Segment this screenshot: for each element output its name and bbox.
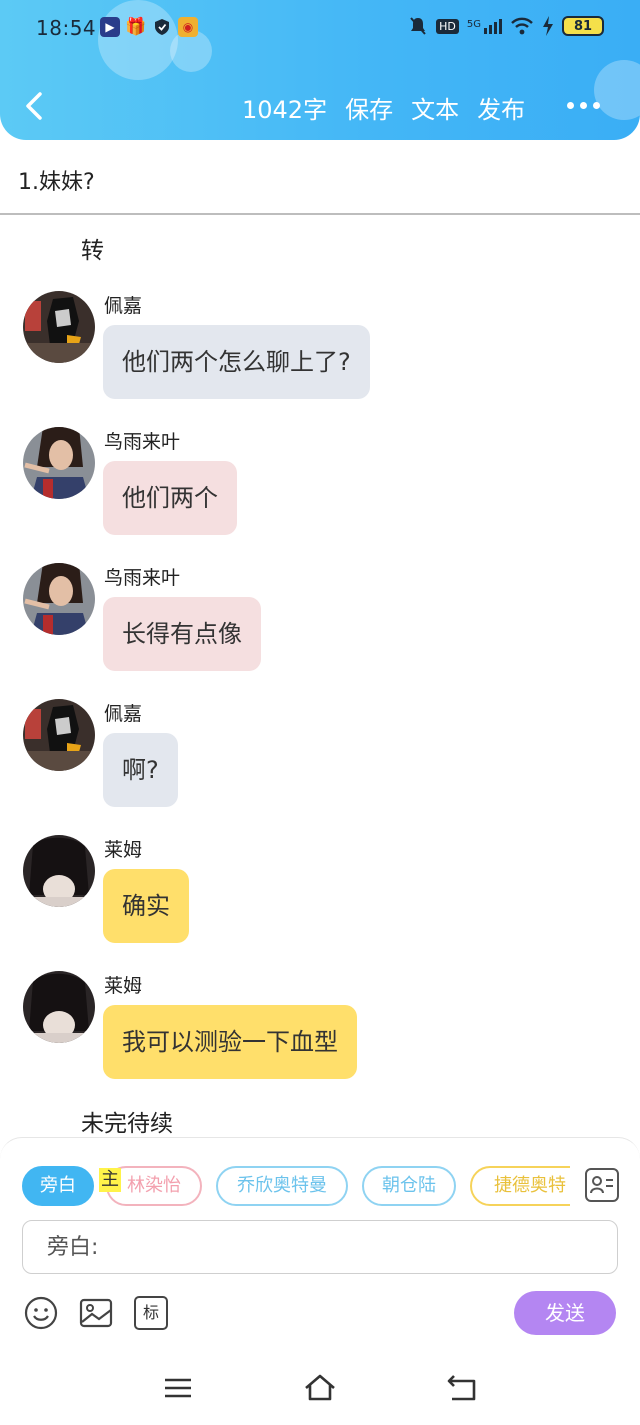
character-list-button[interactable] bbox=[585, 1168, 619, 1202]
message-bubble[interactable]: 长得有点像 bbox=[103, 597, 261, 671]
message-bubble[interactable]: 他们两个怎么聊上了? bbox=[103, 325, 370, 399]
avatar[interactable] bbox=[23, 971, 95, 1043]
mark-label: 标 bbox=[142, 1303, 159, 1322]
sender-name: 佩嘉 bbox=[104, 703, 143, 725]
publish-button[interactable]: 发布 bbox=[477, 90, 525, 125]
sender-name: 鸟雨来叶 bbox=[104, 567, 181, 589]
back-button[interactable] bbox=[20, 86, 50, 126]
top-bar: 18:54 ▶ 🎁 ◉ HD 5G 81 1042字 保存 文本 发布 bbox=[0, 0, 640, 140]
system-status-icons: HD 5G 81 bbox=[408, 16, 604, 36]
hd-icon: HD bbox=[436, 18, 459, 34]
chat-message[interactable]: 佩嘉 啊? bbox=[23, 699, 623, 811]
dot-icon bbox=[580, 102, 587, 109]
avatar[interactable] bbox=[23, 291, 95, 363]
character-chip[interactable]: 捷德奥特 bbox=[470, 1166, 570, 1206]
divider bbox=[0, 213, 640, 215]
message-input[interactable] bbox=[22, 1220, 618, 1274]
avatar[interactable] bbox=[23, 835, 95, 907]
message-bubble[interactable]: 确实 bbox=[103, 869, 189, 943]
smiley-icon bbox=[24, 1296, 58, 1330]
chapter-title[interactable]: 1.妹妹? bbox=[18, 164, 95, 196]
chat-message[interactable]: 鸟雨来叶 他们两个 bbox=[23, 427, 623, 539]
editor-toolbar: 1042字 保存 文本 发布 bbox=[0, 82, 640, 132]
signal-icon: 5G bbox=[466, 18, 502, 34]
character-chip-narrator[interactable]: 旁白 bbox=[22, 1166, 94, 1206]
narration-text[interactable]: 转 bbox=[81, 231, 104, 265]
wifi-icon bbox=[511, 17, 533, 35]
main-character-badge: 主 bbox=[99, 1168, 121, 1192]
home-button[interactable] bbox=[302, 1372, 338, 1404]
text-mode-button[interactable]: 文本 bbox=[411, 90, 459, 125]
menu-icon bbox=[165, 1378, 191, 1398]
dot-icon bbox=[593, 102, 600, 109]
message-bubble[interactable]: 他们两个 bbox=[103, 461, 237, 535]
weibo-icon: ◉ bbox=[178, 17, 198, 37]
character-chip[interactable]: 朝仓陆 bbox=[362, 1166, 456, 1206]
editor-actions: 1042字 保存 文本 发布 bbox=[242, 90, 525, 125]
narration-text[interactable]: 未完待续 bbox=[81, 1104, 173, 1138]
avatar[interactable] bbox=[23, 427, 95, 499]
sender-name: 莱姆 bbox=[104, 975, 143, 997]
dot-icon bbox=[567, 102, 574, 109]
video-app-icon: ▶ bbox=[100, 17, 120, 37]
back-nav-button[interactable] bbox=[444, 1372, 480, 1404]
chat-message[interactable]: 莱姆 确实 bbox=[23, 835, 623, 947]
shield-icon bbox=[152, 17, 172, 37]
charging-icon bbox=[543, 16, 553, 36]
emoji-button[interactable] bbox=[24, 1296, 58, 1330]
send-button[interactable]: 发送 bbox=[514, 1291, 616, 1335]
sender-name: 鸟雨来叶 bbox=[104, 431, 181, 453]
sender-name: 莱姆 bbox=[104, 839, 143, 861]
notification-icons: ▶ 🎁 ◉ bbox=[100, 17, 198, 37]
gift-icon: 🎁 bbox=[125, 17, 147, 37]
message-bubble[interactable]: 啊? bbox=[103, 733, 178, 807]
mute-bell-icon bbox=[410, 17, 426, 35]
battery-icon: 81 bbox=[562, 16, 604, 36]
image-icon bbox=[79, 1298, 113, 1328]
contact-card-icon bbox=[590, 1176, 613, 1194]
tag-icon: 标 bbox=[134, 1296, 168, 1330]
network-label: 5G bbox=[466, 18, 481, 30]
clock: 18:54 bbox=[36, 16, 97, 40]
chat-message[interactable]: 鸟雨来叶 长得有点像 bbox=[23, 563, 623, 675]
word-count: 1042字 bbox=[242, 96, 328, 124]
message-bubble[interactable]: 我可以测验一下血型 bbox=[103, 1005, 357, 1079]
chat-message[interactable]: 佩嘉 他们两个怎么聊上了? bbox=[23, 291, 623, 403]
chat-message[interactable]: 莱姆 我可以测验一下血型 bbox=[23, 971, 623, 1083]
save-button[interactable]: 保存 bbox=[345, 90, 393, 125]
input-panel: 旁白 林染怡 乔欣奥特曼 朝仓陆 捷德奥特 主 标 bbox=[0, 1137, 640, 1352]
character-chip[interactable]: 乔欣奥特曼 bbox=[216, 1166, 348, 1206]
chevron-left-icon bbox=[26, 92, 42, 120]
status-bar: 18:54 ▶ 🎁 ◉ HD 5G 81 bbox=[0, 0, 640, 56]
avatar[interactable] bbox=[23, 563, 95, 635]
back-arrow-icon bbox=[447, 1375, 476, 1401]
more-options-button[interactable] bbox=[567, 102, 600, 109]
system-navigation-bar bbox=[0, 1352, 640, 1425]
avatar[interactable] bbox=[23, 699, 95, 771]
menu-button[interactable] bbox=[160, 1372, 196, 1404]
mark-button[interactable]: 标 bbox=[134, 1296, 168, 1330]
image-button[interactable] bbox=[79, 1296, 113, 1330]
sender-name: 佩嘉 bbox=[104, 295, 143, 317]
home-icon bbox=[305, 1374, 335, 1401]
